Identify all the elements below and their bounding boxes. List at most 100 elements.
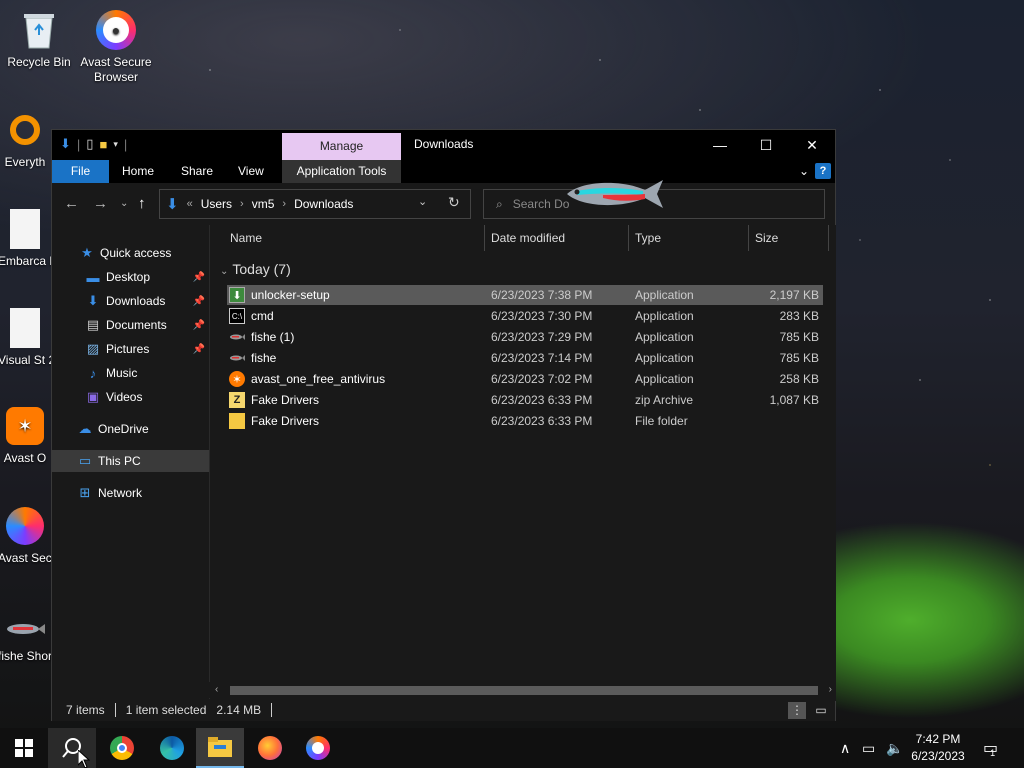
forward-button[interactable]: →	[93, 195, 108, 212]
group-header-today[interactable]: ⌄ Today (7)	[220, 261, 291, 277]
properties-icon[interactable]: ▯	[86, 136, 93, 152]
scroll-left-icon[interactable]: ‹	[215, 684, 218, 695]
desktop-icon-fishe[interactable]: fishe Shortc	[0, 612, 52, 664]
desktop-icon-avast-browser[interactable]: ● Avast Secure Browser	[78, 8, 154, 85]
recycle-bin-icon	[17, 8, 61, 52]
chevron-down-icon[interactable]: ⌄	[799, 164, 809, 178]
file-list[interactable]: Name Date modified Type Size ⌄ Today (7) …	[209, 225, 836, 701]
scroll-right-icon[interactable]: ›	[829, 684, 832, 695]
back-button[interactable]: ←	[64, 195, 79, 212]
breadcrumb-separator-icon[interactable]: ›	[282, 198, 286, 210]
desktop-icon-label: Avast O	[3, 451, 47, 465]
navigation-pane: ★ Quick access ▬ Desktop 📌 ⬇ Downloads 📌…	[52, 225, 209, 701]
scrollbar-thumb[interactable]	[230, 686, 818, 695]
up-button[interactable]: ↑	[138, 195, 146, 212]
table-row[interactable]: ⬇ unlocker-setup 6/23/2023 7:38 PM Appli…	[227, 285, 823, 305]
new-folder-icon[interactable]: ■	[99, 137, 107, 152]
sidebar-item-music[interactable]: ♪ Music	[52, 362, 209, 384]
zip-icon: Z	[229, 392, 245, 408]
notification-center-icon[interactable]: ▭1	[983, 738, 1003, 758]
horizontal-scrollbar[interactable]: ‹ ›	[209, 682, 836, 698]
music-icon: ♪	[89, 365, 97, 381]
tab-share[interactable]: Share	[171, 160, 223, 183]
breadcrumb-downloads[interactable]: Downloads	[294, 197, 353, 211]
avast-browser-icon	[3, 504, 47, 548]
table-row[interactable]: C:\ cmd 6/23/2023 7:30 PM Application 28…	[227, 306, 823, 326]
breadcrumb-overflow[interactable]: «	[187, 198, 193, 210]
file-date: 6/23/2023 6:33 PM	[491, 414, 593, 428]
sidebar-item-onedrive[interactable]: ☁ OneDrive	[52, 418, 209, 440]
desktop-icon-label: Everyth	[4, 155, 46, 169]
fish-icon	[3, 612, 47, 646]
table-row[interactable]: fishe 6/23/2023 7:14 PM Application 785 …	[227, 348, 823, 368]
sidebar-item-videos[interactable]: ▣ Videos	[52, 386, 209, 408]
column-header-size[interactable]: Size	[749, 225, 829, 251]
column-header-name[interactable]: Name	[210, 225, 485, 251]
sidebar-item-network[interactable]: ⊞ Network	[52, 482, 209, 504]
taskbar-firefox[interactable]	[246, 728, 294, 768]
desktop-icon-devcpp[interactable]: Embarca Dev-C+	[0, 207, 52, 269]
tab-file[interactable]: File	[52, 160, 109, 183]
close-button[interactable]: ✕	[789, 130, 835, 160]
table-row[interactable]: Fake Drivers 6/23/2023 6:33 PM File fold…	[227, 411, 823, 431]
taskbar-avast-browser[interactable]	[294, 728, 342, 768]
pin-icon[interactable]: 📌	[193, 296, 205, 307]
desktop-icon-avast-one[interactable]: ✶ Avast O	[0, 404, 52, 466]
fish-overlay	[563, 176, 665, 212]
chrome-icon	[110, 736, 134, 760]
address-dropdown-icon[interactable]: ⌄	[418, 195, 427, 208]
recent-locations-button[interactable]: ⌄	[120, 198, 128, 209]
sidebar-item-label: Quick access	[100, 246, 172, 260]
column-header-type[interactable]: Type	[629, 225, 749, 251]
column-header-date-modified[interactable]: Date modified	[485, 225, 629, 251]
taskbar-chrome[interactable]	[98, 728, 146, 768]
sidebar-item-documents[interactable]: ▤ Documents 📌	[52, 314, 209, 336]
chevron-down-icon[interactable]: ▾	[113, 139, 118, 150]
desktop-icon-recycle-bin[interactable]: Recycle Bin	[1, 8, 77, 70]
table-row[interactable]: ✶ avast_one_free_antivirus 6/23/2023 7:0…	[227, 369, 823, 389]
large-icons-view-button[interactable]: ▭	[812, 702, 830, 719]
maximize-button[interactable]: ☐	[743, 130, 789, 160]
item-count: 7 items	[66, 703, 105, 717]
help-button[interactable]: ?	[815, 163, 831, 179]
tab-view[interactable]: View	[228, 160, 274, 183]
details-view-button[interactable]: ⋮	[788, 702, 806, 719]
taskbar-edge[interactable]	[148, 728, 196, 768]
sidebar-item-pictures[interactable]: ▨ Pictures 📌	[52, 338, 209, 360]
sidebar-item-this-pc[interactable]: ▭ This PC	[52, 450, 209, 472]
breadcrumb-separator-icon[interactable]: ›	[240, 198, 244, 210]
file-type: Application	[635, 309, 694, 323]
avast-one-icon: ✶	[229, 371, 245, 387]
devcpp-icon	[3, 207, 47, 251]
file-name: Fake Drivers	[251, 393, 320, 407]
desktop-icon-avast-browser-2[interactable]: Avast Secu Browse	[0, 504, 52, 566]
sidebar-item-quick-access[interactable]: ★ Quick access	[52, 242, 209, 264]
breadcrumb-vm5[interactable]: vm5	[252, 197, 275, 211]
clock[interactable]: 7:42 PM 6/23/2023	[906, 731, 970, 765]
desktop-icon-visual-studio[interactable]: Visual St 2017	[0, 306, 52, 368]
pin-icon[interactable]: 📌	[193, 344, 205, 355]
tab-manage[interactable]: Manage	[282, 133, 401, 160]
title-bar[interactable]: ⬇ | ▯ ■ ▾ | Manage Downloads — ☐ ✕	[52, 130, 835, 160]
folder-icon	[229, 413, 245, 429]
start-button[interactable]	[0, 728, 48, 768]
sidebar-item-downloads[interactable]: ⬇ Downloads 📌	[52, 290, 209, 312]
table-row[interactable]: fishe (1) 6/23/2023 7:29 PM Application …	[227, 327, 823, 347]
sidebar-item-desktop[interactable]: ▬ Desktop 📌	[52, 266, 209, 288]
network-tray-icon[interactable]: ▭	[862, 740, 875, 757]
download-icon: ⬇	[87, 293, 99, 308]
tab-home[interactable]: Home	[112, 160, 164, 183]
tab-application-tools[interactable]: Application Tools	[282, 160, 401, 183]
minimize-button[interactable]: —	[697, 130, 743, 160]
pin-icon[interactable]: 📌	[193, 320, 205, 331]
taskbar-file-explorer[interactable]	[196, 728, 244, 768]
file-type: Application	[635, 351, 694, 365]
chevron-up-icon[interactable]: ∧	[840, 740, 850, 757]
breadcrumb-users[interactable]: Users	[201, 197, 232, 211]
table-row[interactable]: Z Fake Drivers 6/23/2023 6:33 PM zip Arc…	[227, 390, 823, 410]
refresh-icon[interactable]: ↻	[448, 194, 460, 211]
desktop-icon-everything[interactable]: Everyth	[0, 108, 52, 170]
volume-icon[interactable]: 🔈	[886, 740, 903, 757]
file-explorer-window[interactable]: ⬇ | ▯ ■ ▾ | Manage Downloads — ☐ ✕ File …	[51, 129, 836, 721]
pin-icon[interactable]: 📌	[193, 272, 205, 283]
